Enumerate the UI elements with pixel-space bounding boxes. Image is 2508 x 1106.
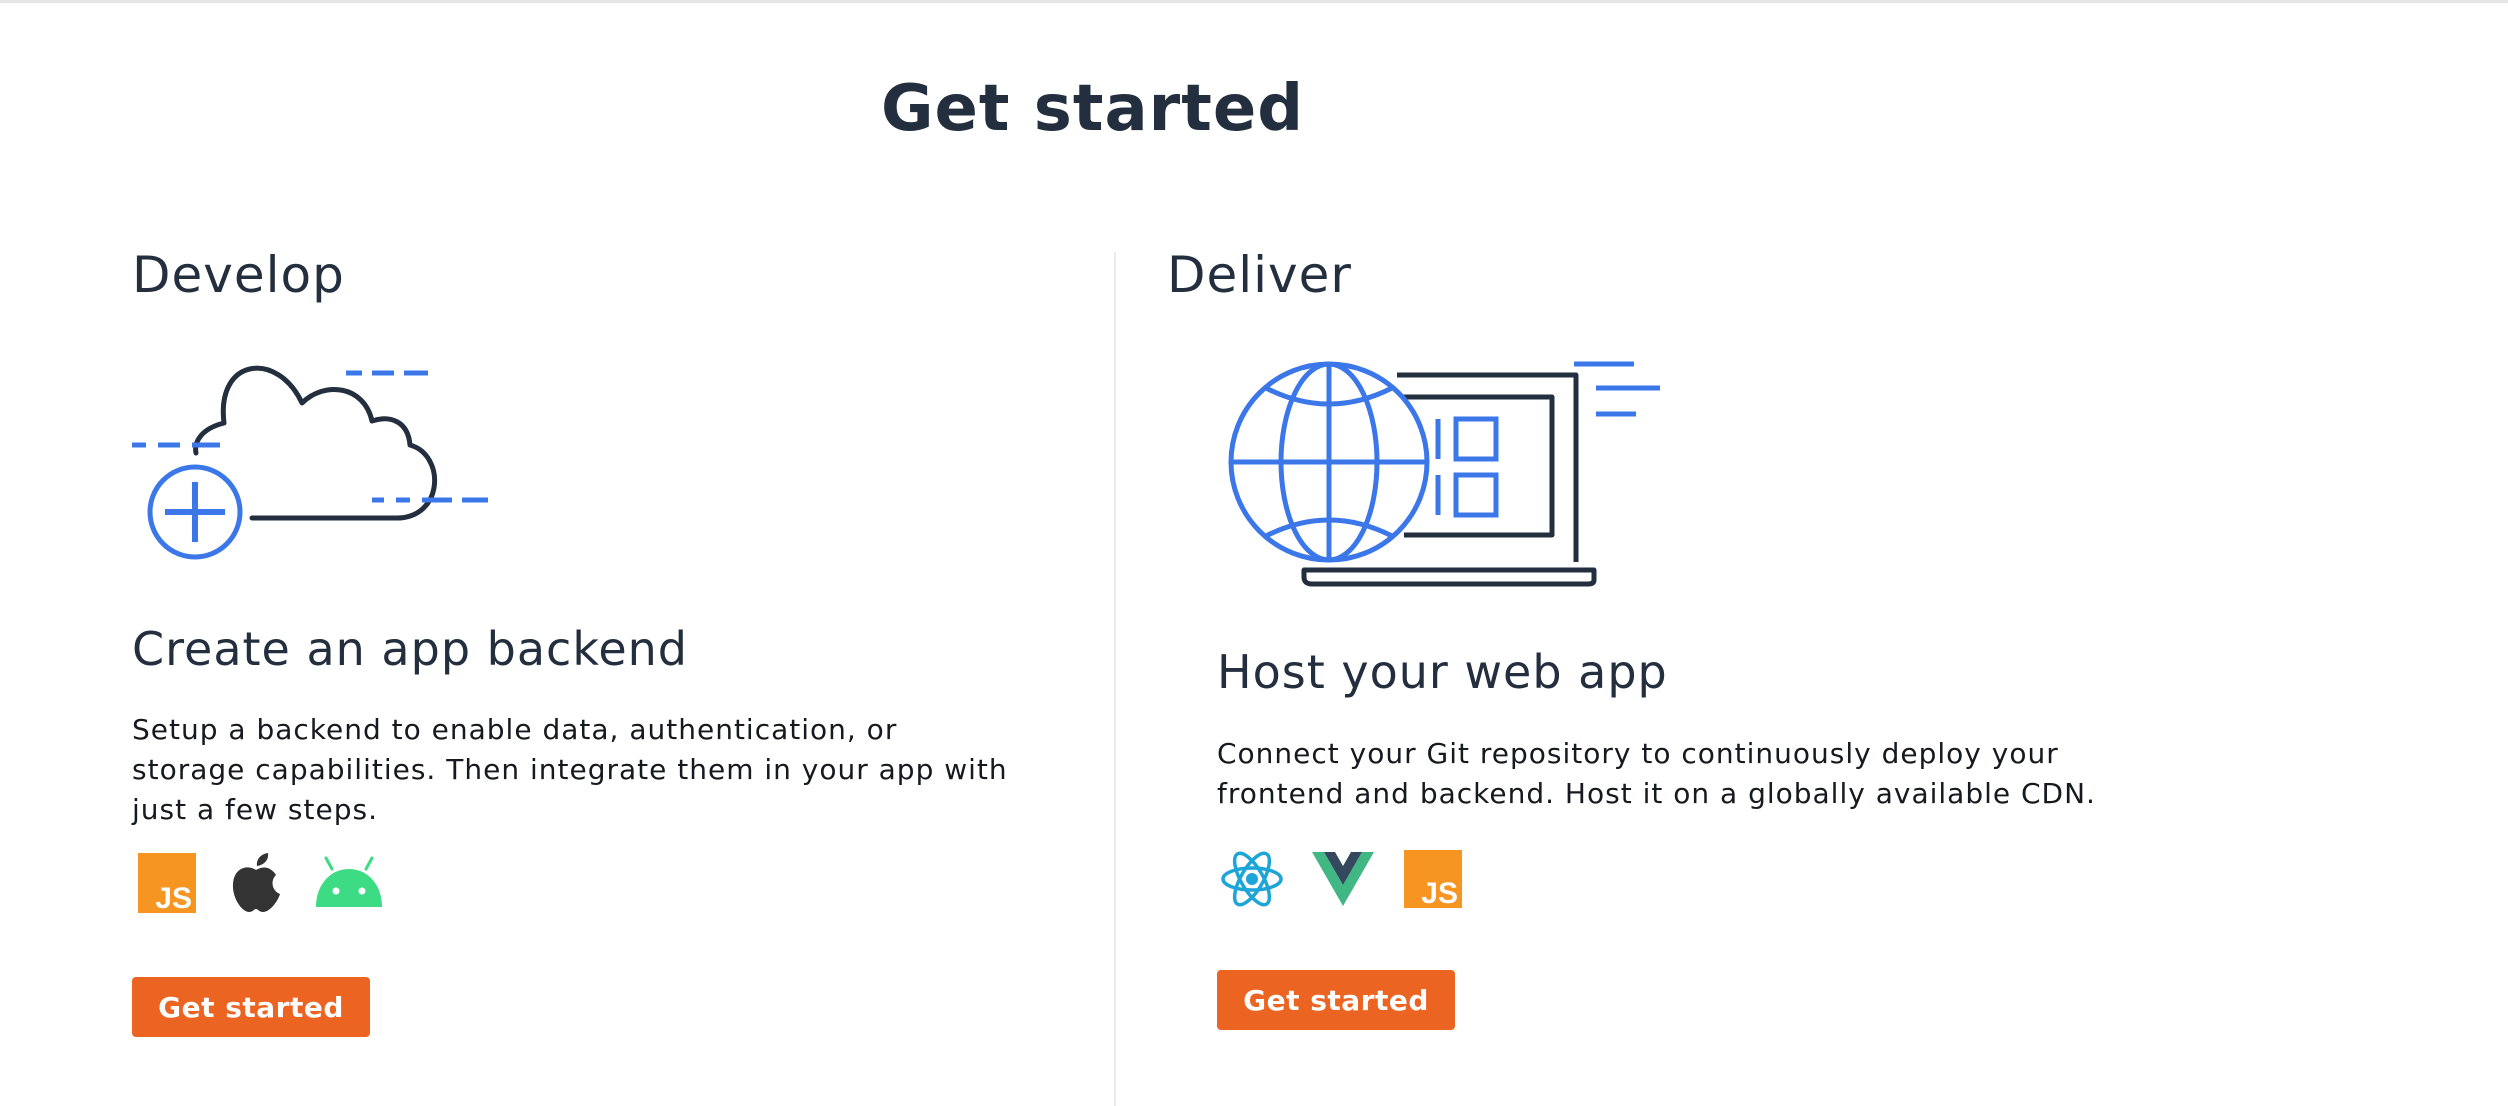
js-badge-text: JS <box>1421 877 1458 908</box>
deliver-card-description: Connect your Git repository to continuou… <box>1217 737 2096 810</box>
web-hosting-illustration <box>1228 361 1660 587</box>
develop-card-description: Setup a backend to enable data, authenti… <box>132 713 1008 826</box>
vue-icon <box>1312 852 1374 906</box>
deliver-card-title: Host your web app <box>1217 645 1668 699</box>
top-border <box>0 0 2508 3</box>
cloud-add-illustration <box>132 365 488 560</box>
react-icon <box>1221 851 1283 907</box>
android-icon <box>316 856 382 907</box>
javascript-icon: JS <box>1404 850 1462 908</box>
page-title: Get started <box>880 72 1305 146</box>
deliver-section-title: Deliver <box>1167 246 1352 304</box>
deliver-platform-icons: JS <box>1220 848 1462 910</box>
develop-section-title: Develop <box>132 246 345 304</box>
javascript-icon: JS <box>138 853 196 913</box>
column-divider <box>1114 252 1116 1106</box>
deliver-get-started-button[interactable]: Get started <box>1217 970 1455 1030</box>
js-badge-text: JS <box>155 882 192 913</box>
develop-platform-icons: JS <box>138 852 384 914</box>
develop-get-started-button[interactable]: Get started <box>132 977 370 1037</box>
apple-icon <box>232 853 280 912</box>
develop-card-title: Create an app backend <box>132 622 688 676</box>
